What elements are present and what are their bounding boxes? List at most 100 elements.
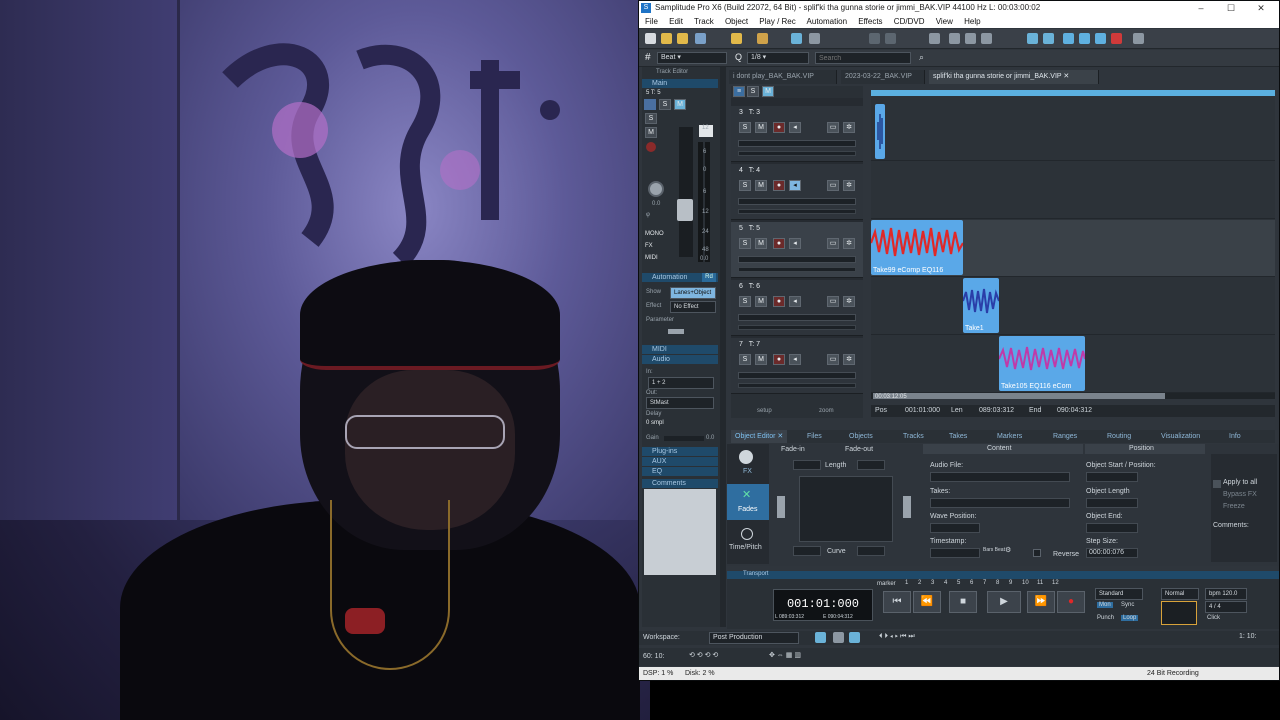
track-settings-icon[interactable]: ✲ <box>843 296 855 307</box>
audio-clip[interactable]: Take99 eComp EQ116 <box>871 220 963 275</box>
track-lock-icon[interactable]: ▭ <box>827 354 839 365</box>
record-arm-icon[interactable] <box>646 142 656 152</box>
main-section-header[interactable]: Main <box>642 79 718 88</box>
menu-file[interactable]: File <box>645 17 658 26</box>
track-pan-slider[interactable] <box>738 209 856 214</box>
plugins-section-header[interactable]: Plug-ins <box>642 447 718 456</box>
nudge-controls[interactable]: ⏴ ⏵ ◂ ▸ ⏮ ⏭ <box>879 633 915 641</box>
track-solo-button[interactable]: S <box>739 180 751 191</box>
menu-track[interactable]: Track <box>694 17 714 26</box>
inspector-toggle-icon[interactable] <box>644 99 656 110</box>
track-monitor-icon[interactable]: ◂ <box>789 238 801 249</box>
track-header[interactable]: 3 T: 3 S M ● ◂ ▭ ✲ <box>731 106 863 162</box>
track-view-icon[interactable]: ≡ <box>733 86 745 97</box>
go-to-start-button[interactable]: ⏮ <box>883 591 911 613</box>
len-value[interactable]: 089:03:312 <box>979 405 1014 417</box>
menu-cd-dvd[interactable]: CD/DVD <box>894 17 925 26</box>
grid-dropdown[interactable]: Beat ▾ <box>657 52 727 64</box>
scrub-icon[interactable] <box>1063 33 1074 44</box>
marker-button[interactable]: 11 <box>1037 580 1043 586</box>
track-mute-button[interactable]: M <box>755 238 767 249</box>
aux-section-header[interactable]: AUX <box>642 457 718 466</box>
record-mode-dropdown[interactable]: Normal <box>1161 588 1199 600</box>
track-pan-slider[interactable] <box>738 383 856 388</box>
marker-button[interactable]: 7 <box>983 580 986 586</box>
track-monitor-icon[interactable]: ◂ <box>789 122 801 133</box>
save-icon[interactable] <box>695 33 706 44</box>
snap-icon[interactable] <box>929 33 940 44</box>
marker-button[interactable]: 6 <box>970 580 973 586</box>
close-tab-icon[interactable]: ✕ <box>777 433 783 440</box>
track-mute-button[interactable]: M <box>755 122 767 133</box>
tab-markers[interactable]: Markers <box>997 430 1022 443</box>
fx-icon[interactable] <box>739 450 753 464</box>
tab-ranges[interactable]: Ranges <box>1053 430 1077 443</box>
track-lane[interactable]: Take99 eComp EQ116 <box>871 220 1275 277</box>
track-mute-button[interactable]: M <box>755 354 767 365</box>
search-input[interactable] <box>815 52 911 64</box>
quantize-dropdown[interactable]: 1/8 ▾ <box>747 52 809 64</box>
track-settings-icon[interactable]: ✲ <box>843 180 855 191</box>
stop-button[interactable]: ■ <box>949 591 977 613</box>
cut-tool-icon[interactable] <box>809 33 820 44</box>
track-monitor-icon[interactable]: ◂ <box>789 180 801 191</box>
time-signature-field[interactable]: 4 / 4 <box>1205 601 1247 613</box>
bars-beat-button[interactable]: Bars Beat <box>983 547 1005 553</box>
undo-history-icon[interactable]: ⟲ ⟲ ⟲ ⟲ <box>689 651 718 659</box>
click-button[interactable]: Click <box>1207 615 1220 621</box>
menu-object[interactable]: Object <box>725 17 748 26</box>
comments-textarea[interactable] <box>644 489 716 575</box>
play-button[interactable]: ▶ <box>987 591 1021 613</box>
workspace-dropdown[interactable]: Post Production <box>709 632 799 644</box>
audio-section-header[interactable]: Audio <box>642 355 718 364</box>
global-mute-button[interactable]: M <box>762 86 774 97</box>
track-name[interactable]: T: 6 <box>749 283 760 290</box>
comments-section-header[interactable]: Comments <box>642 479 718 488</box>
mute-button[interactable]: M <box>645 127 657 138</box>
fx-tab[interactable]: FX <box>743 468 752 475</box>
tab-files[interactable]: Files <box>807 430 822 443</box>
marker-button[interactable]: 1 <box>905 580 908 586</box>
output-dropdown[interactable]: StMast <box>646 397 714 409</box>
track-mute-button[interactable]: M <box>755 180 767 191</box>
fast-forward-button[interactable]: ⏩ <box>1027 591 1055 613</box>
menu-play-rec[interactable]: Play / Rec <box>759 17 795 26</box>
settings-gear-icon[interactable]: ⚙ <box>1005 546 1011 554</box>
object-start-field[interactable] <box>1086 472 1138 482</box>
arrange-view-icon[interactable] <box>815 632 826 643</box>
punch-button[interactable]: Punch <box>1097 615 1114 621</box>
play-icon[interactable] <box>1043 33 1054 44</box>
parameter-slider[interactable] <box>668 329 684 334</box>
end-value[interactable]: 090:04:312 <box>1057 405 1092 417</box>
tab-visualization[interactable]: Visualization <box>1161 430 1200 443</box>
track-volume-fader[interactable] <box>738 198 856 205</box>
horizontal-scrollbar[interactable] <box>871 393 1275 399</box>
time-pitch-tab[interactable]: Time/Pitch <box>729 544 762 551</box>
select-tool-icon[interactable] <box>791 33 802 44</box>
object-length-field[interactable] <box>1086 498 1138 508</box>
marker-button[interactable]: 12 <box>1052 580 1059 586</box>
menu-effects[interactable]: Effects <box>858 17 882 26</box>
menu-edit[interactable]: Edit <box>669 17 683 26</box>
midi-section-header[interactable]: MIDI <box>642 345 718 354</box>
fades-tab[interactable]: ✕ Fades <box>727 484 769 520</box>
reverse-checkbox[interactable] <box>1033 549 1041 557</box>
global-solo-button[interactable]: S <box>747 86 759 97</box>
input-dropdown[interactable]: 1 + 2 <box>648 377 714 389</box>
grid-icon[interactable]: # <box>645 52 651 63</box>
track-name[interactable]: T: 7 <box>749 341 760 348</box>
fade-out-slider[interactable] <box>903 496 911 518</box>
mono-button[interactable]: MONO <box>645 231 664 237</box>
track-lock-icon[interactable]: ▭ <box>827 238 839 249</box>
track-solo-button[interactable]: S <box>739 122 751 133</box>
track-pan-slider[interactable] <box>738 267 856 272</box>
fade-out-length-field[interactable] <box>857 460 885 470</box>
wave-position-field[interactable] <box>930 523 980 533</box>
fade-in-slider[interactable] <box>777 496 785 518</box>
solo-button[interactable]: S <box>645 113 657 124</box>
project-icon[interactable] <box>731 33 742 44</box>
track-record-button[interactable]: ● <box>773 122 785 133</box>
marker-button[interactable]: 10 <box>1022 580 1029 586</box>
track-settings-icon[interactable]: ✲ <box>843 122 855 133</box>
track-settings-icon[interactable]: ✲ <box>843 238 855 249</box>
